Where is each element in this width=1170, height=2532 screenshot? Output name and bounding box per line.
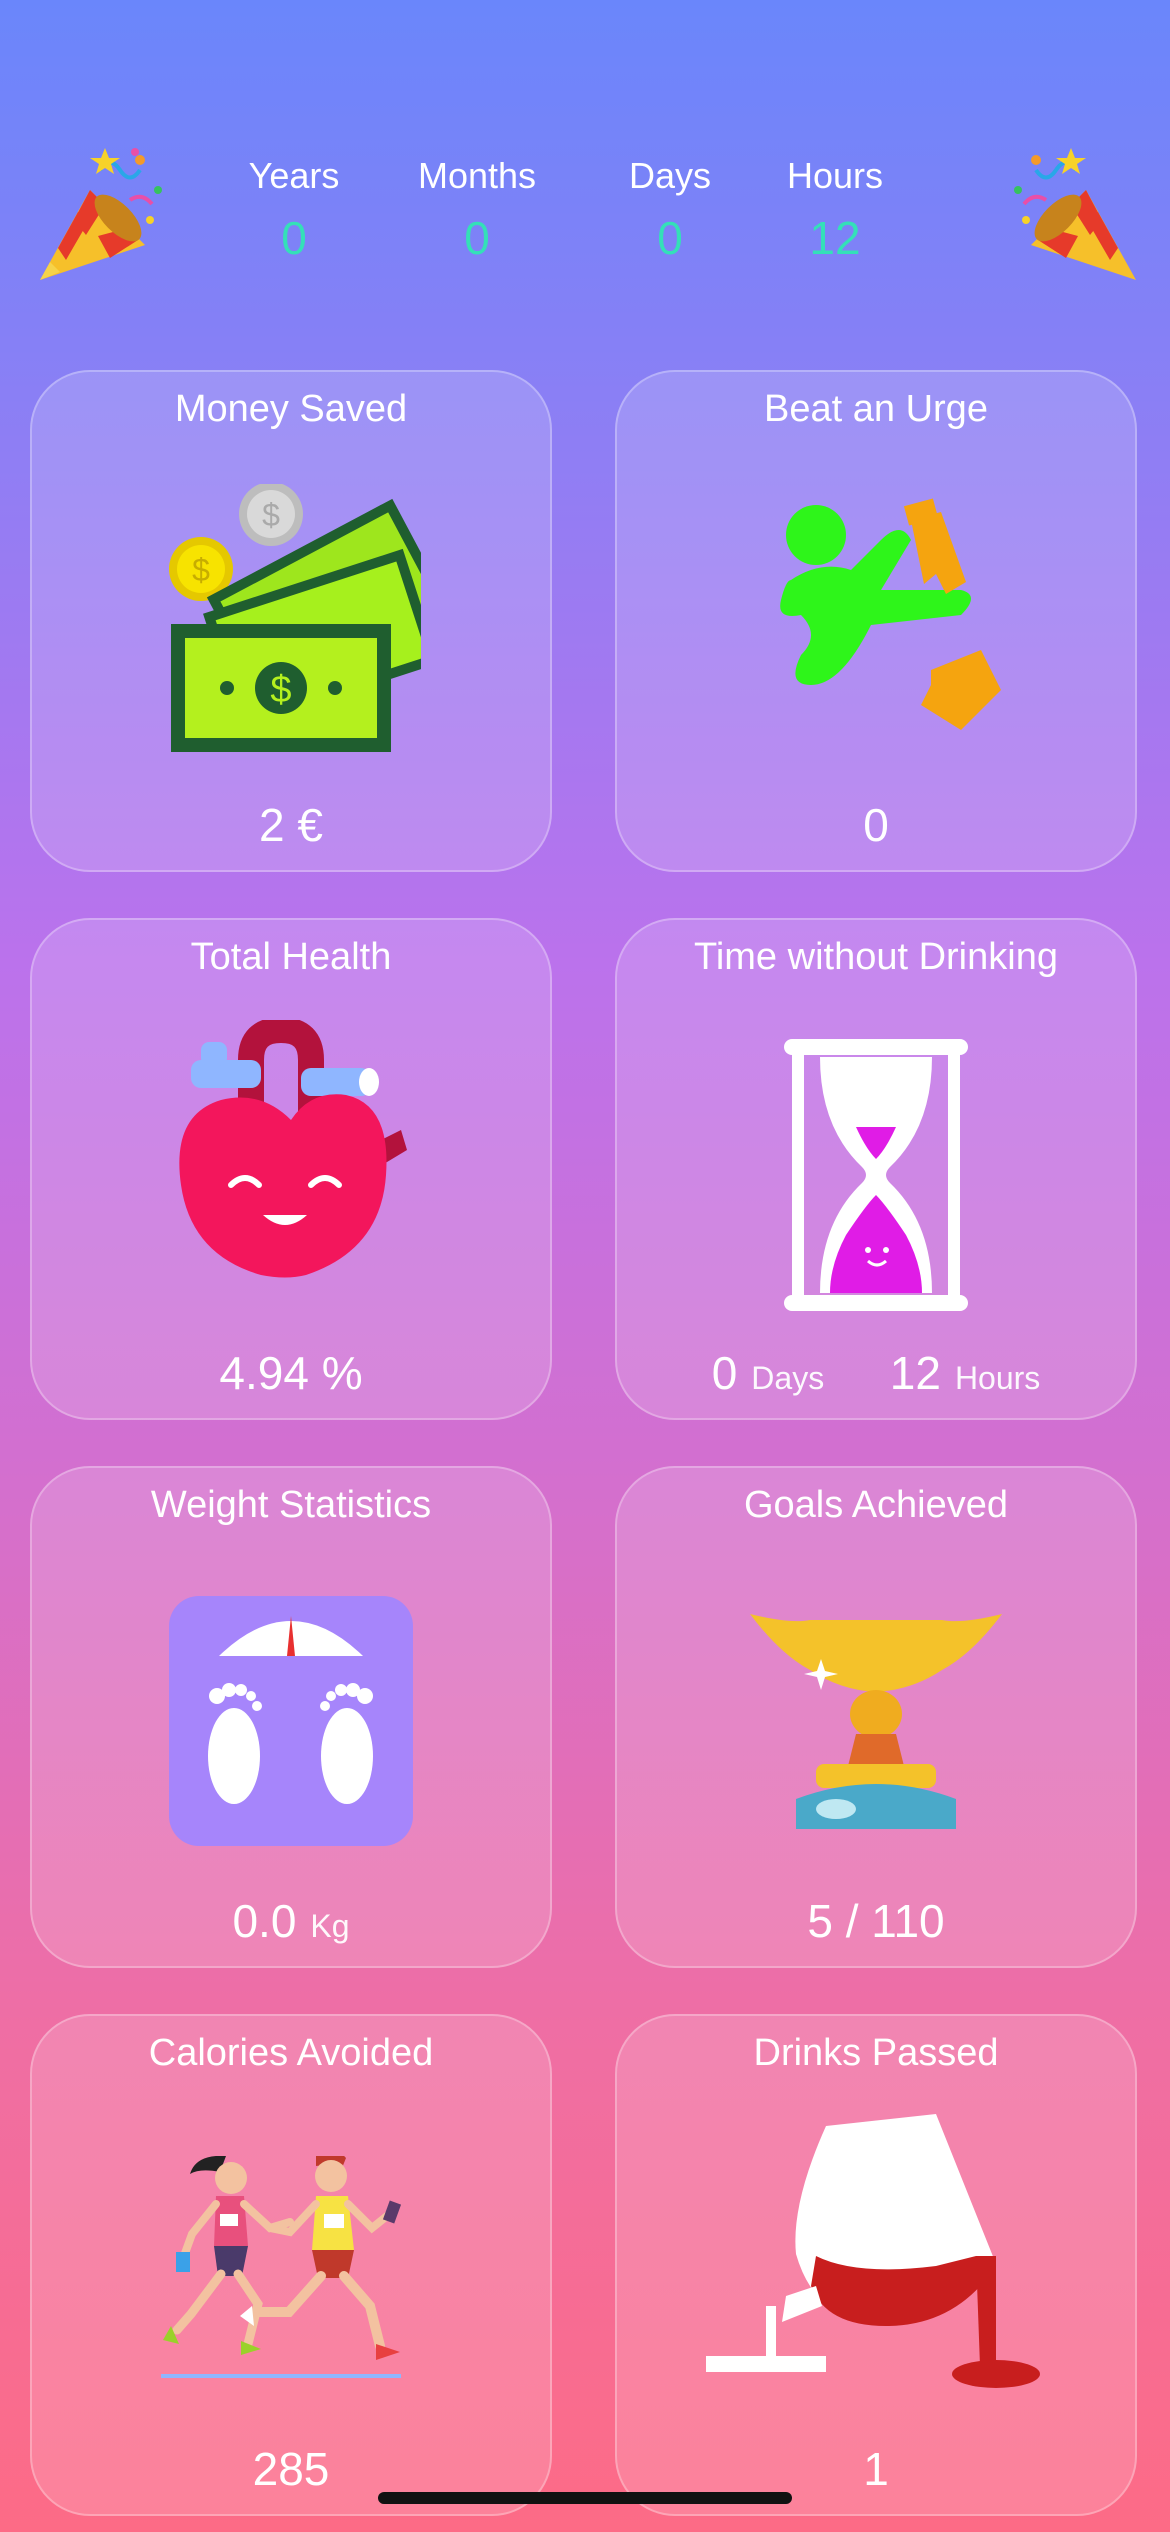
card-title: Money Saved: [174, 388, 408, 430]
timer-years-label: Years: [248, 155, 340, 196]
card-title: Time without Drinking: [694, 936, 1058, 978]
hourglass-icon: [784, 1039, 968, 1311]
timer-months: Months 0: [377, 155, 577, 265]
card-title: Drinks Passed: [753, 2032, 999, 2074]
calories-avoided-value: 285: [252, 2443, 330, 2495]
happy-heart-icon: [179, 1020, 407, 1278]
card-total-health[interactable]: Total Health 4.94 %: [30, 918, 552, 1420]
money-stack-icon: $ $ $: [169, 484, 421, 752]
svg-text:$: $: [192, 552, 210, 588]
card-goals-achieved[interactable]: Goals Achieved 5 / 110: [615, 1466, 1137, 1968]
weight-unit: Kg: [310, 1908, 350, 1944]
timer-hours-label: Hours: [786, 155, 884, 196]
elapsed-timer-header: Years 0 Months 0 Days 0 Hours 12: [0, 0, 1170, 330]
drinks-passed-value: 1: [863, 2443, 889, 2495]
party-popper-icon: [1014, 148, 1136, 280]
timer-years-value: 0: [281, 212, 307, 264]
svg-text:$: $: [270, 669, 291, 711]
card-title: Weight Statistics: [150, 1484, 432, 1526]
total-health-value: 4.94 %: [219, 1347, 363, 1399]
party-popper-icon: [40, 148, 162, 280]
card-title: Total Health: [190, 936, 392, 978]
hours-value: 12: [889, 1347, 941, 1399]
svg-text:$: $: [262, 497, 280, 533]
beat-urge-value: 0: [863, 799, 889, 851]
card-beat-an-urge[interactable]: Beat an Urge 0: [615, 370, 1137, 872]
card-time-without-drinking[interactable]: Time without Drinking 0 Days 12 Hours: [615, 918, 1137, 1420]
card-title: Calories Avoided: [148, 2032, 434, 2074]
timer-hours-value: 12: [809, 212, 861, 264]
timer-hours: Hours 12: [735, 155, 935, 265]
card-calories-avoided[interactable]: Calories Avoided 285: [30, 2014, 552, 2516]
days-unit: Days: [751, 1360, 825, 1396]
weight-number: 0.0: [232, 1895, 297, 1947]
money-saved-value: 2 €: [259, 799, 323, 851]
card-title: Goals Achieved: [743, 1484, 1009, 1526]
goals-achieved-value: 5 / 110: [807, 1895, 945, 1947]
timer-years: Years 0: [194, 155, 394, 265]
timer-months-label: Months: [417, 155, 537, 196]
bathroom-scale-icon: [169, 1596, 413, 1846]
hours-unit: Hours: [954, 1360, 1041, 1396]
weight-value: 0.0 Kg: [32, 1894, 550, 1948]
karate-kick-bottle-icon: [780, 498, 1001, 730]
spilled-wine-glass-icon: [706, 2114, 1040, 2388]
days-value: 0: [711, 1347, 738, 1399]
card-title: Beat an Urge: [764, 388, 988, 430]
home-indicator[interactable]: [378, 2492, 792, 2504]
card-money-saved[interactable]: Money Saved $ $ $ 2 €: [30, 370, 552, 872]
time-without-drinking-value: 0 Days 12 Hours: [617, 1346, 1135, 1400]
runners-icon: [161, 2156, 402, 2378]
trophy-icon: [750, 1614, 1002, 1829]
timer-months-value: 0: [464, 212, 490, 264]
card-drinks-passed[interactable]: Drinks Passed 1: [615, 2014, 1137, 2516]
card-weight-statistics[interactable]: Weight Statistics 0.0 Kg: [30, 1466, 552, 1968]
